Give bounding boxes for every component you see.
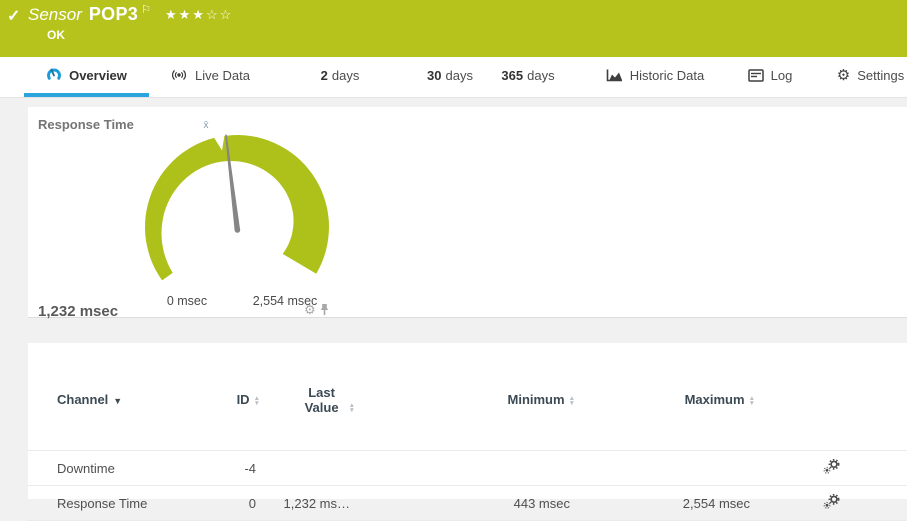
caret-down-icon: ▼: [113, 396, 122, 406]
gauge-min-label: 0 msec: [147, 294, 227, 308]
mean-symbol: x̄: [196, 120, 216, 131]
channel-name[interactable]: Response Time: [28, 486, 223, 521]
channel-settings-icon[interactable]: [823, 459, 840, 474]
pin-icon[interactable]: [319, 303, 330, 316]
channel-table: Channel ▼ ID ▲▼ Last Value ▲▼ Minimum ▲▼ Max…: [28, 343, 907, 521]
tab-bar: Overview Live Data 2 days 30 days 365 da…: [0, 57, 907, 98]
tab-log[interactable]: Log: [735, 57, 805, 93]
status-header: ✓ Sensor POP3 ⚐ ★★★☆☆ OK: [0, 0, 907, 57]
settings-gear-icon: ⚙: [837, 66, 850, 84]
sensor-name: POP3: [89, 4, 138, 25]
column-label: Channel: [57, 392, 108, 407]
column-header-id[interactable]: ID ▲▼: [223, 343, 260, 451]
flag-icon[interactable]: ⚐: [141, 3, 151, 16]
tab-number: 365: [501, 68, 523, 83]
tab-label: Log: [771, 68, 793, 83]
historic-data-icon: [606, 68, 623, 82]
tab-historic-data[interactable]: Historic Data: [585, 57, 725, 93]
channel-last-value: [260, 451, 355, 486]
response-time-gauge: [87, 110, 387, 315]
tab-label: Overview: [69, 68, 127, 83]
table-row-downtime: Downtime -4: [28, 451, 907, 486]
check-icon: ✓: [7, 6, 20, 26]
log-icon: [748, 69, 764, 82]
column-label: ID: [237, 392, 250, 407]
tab-label: Settings: [857, 68, 904, 83]
channel-id: -4: [223, 451, 260, 486]
tab-30-days[interactable]: 30 days: [410, 57, 490, 93]
sort-icon: ▲▼: [349, 403, 355, 413]
column-header-maximum[interactable]: Maximum ▲▼: [575, 343, 755, 451]
tab-label: days: [446, 68, 473, 83]
response-time-gauge-panel: Response Time x̄ 0 msec 2,554 msec 1,232…: [28, 107, 907, 318]
tab-number: 30: [427, 68, 441, 83]
column-label: Minimum: [508, 392, 565, 407]
channel-minimum: [355, 451, 575, 486]
tab-number: 2: [321, 68, 328, 83]
table-row-response-time: Response Time 0 1,232 ms… 443 msec 2,554…: [28, 486, 907, 521]
tab-overview[interactable]: Overview: [24, 57, 149, 97]
column-header-last-value[interactable]: Last Value ▲▼: [260, 343, 355, 451]
sort-icon: ▲▼: [569, 396, 575, 406]
tab-label: Live Data: [195, 68, 250, 83]
channel-table-panel: Channel ▼ ID ▲▼ Last Value ▲▼ Minimum ▲▼ Max…: [28, 343, 907, 499]
column-header-minimum[interactable]: Minimum ▲▼: [355, 343, 575, 451]
column-header-channel[interactable]: Channel ▼: [28, 343, 223, 451]
tab-label: days: [527, 68, 554, 83]
gauge-icon: [46, 67, 62, 83]
sensor-kind-label: Sensor: [28, 5, 82, 25]
gear-icon[interactable]: ⚙: [304, 303, 316, 316]
channel-name[interactable]: Downtime: [28, 451, 223, 486]
gauge-value-label: 1,232 msec: [38, 303, 118, 320]
tab-settings[interactable]: ⚙ Settings: [828, 57, 907, 93]
tab-label: days: [332, 68, 359, 83]
tab-365-days[interactable]: 365 days: [483, 57, 573, 93]
channel-id: 0: [223, 486, 260, 521]
channel-settings-icon[interactable]: [823, 494, 840, 509]
tab-live-data[interactable]: Live Data: [160, 57, 260, 93]
column-label: Last Value: [299, 385, 345, 415]
sort-icon: ▲▼: [254, 396, 260, 406]
channel-minimum: 443 msec: [355, 486, 575, 521]
tab-label: Historic Data: [630, 68, 704, 83]
status-badge: OK: [47, 28, 65, 42]
star-rating[interactable]: ★★★☆☆: [165, 7, 233, 23]
channel-maximum: 2,554 msec: [575, 486, 755, 521]
live-data-icon: [170, 68, 188, 82]
sort-icon: ▲▼: [749, 396, 755, 406]
column-label: Maximum: [685, 392, 745, 407]
channel-maximum: [575, 451, 755, 486]
tab-2-days[interactable]: 2 days: [305, 57, 375, 93]
channel-last-value: 1,232 ms…: [260, 486, 355, 521]
